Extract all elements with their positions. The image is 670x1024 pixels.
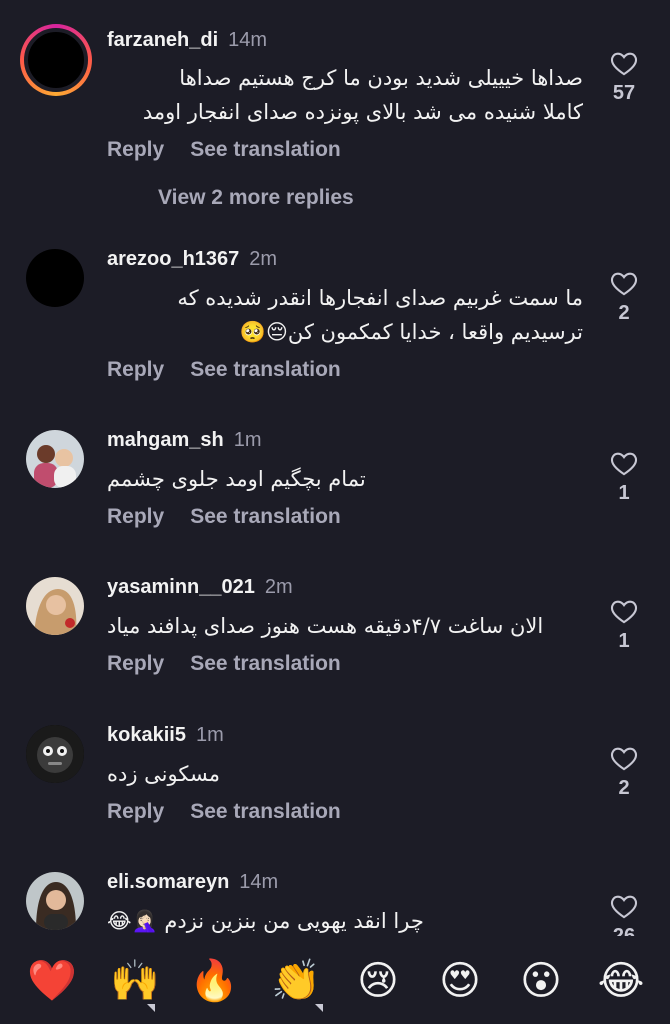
avatar-photo	[26, 577, 84, 635]
username[interactable]: eli.somareyn	[107, 871, 229, 893]
reply-button[interactable]: Reply	[107, 800, 164, 823]
avatar[interactable]	[26, 430, 84, 488]
comment-time: 2m	[264, 576, 293, 598]
see-translation-button[interactable]: See translation	[190, 800, 341, 823]
skin-tone-indicator	[147, 1004, 155, 1012]
comment-text: ما سمت غربیم صدای انفجارها انقدر شدیده ک…	[177, 286, 583, 344]
avatar[interactable]	[26, 725, 84, 783]
heart-eyes-emoji-button[interactable]: 😍	[435, 956, 485, 1006]
avatar	[24, 28, 88, 92]
like-button[interactable]: 2	[604, 270, 644, 325]
like-button[interactable]: 1	[604, 598, 644, 653]
skin-tone-indicator	[315, 1004, 323, 1012]
like-count: 1	[618, 630, 630, 652]
username[interactable]: farzaneh_di	[107, 29, 218, 51]
raising-hands-emoji-button[interactable]: 🙌	[110, 956, 160, 1006]
avatar-story-ring[interactable]	[20, 24, 92, 96]
heart-icon	[610, 272, 638, 296]
avatar[interactable]	[26, 872, 84, 930]
like-count: 26	[612, 925, 636, 936]
avatar[interactable]	[26, 577, 84, 635]
reply-button[interactable]: Reply	[107, 505, 164, 528]
heart-icon	[610, 452, 638, 476]
see-translation-button[interactable]: See translation	[190, 138, 341, 161]
see-translation-button[interactable]: See translation	[190, 358, 341, 381]
like-count: 57	[612, 82, 636, 104]
reply-button[interactable]: Reply	[107, 358, 164, 381]
like-button[interactable]: 57	[604, 50, 644, 105]
see-translation-button[interactable]: See translation	[190, 652, 341, 675]
crying-face-emoji-button[interactable]: 😢	[353, 956, 403, 1006]
reply-button[interactable]: Reply	[107, 652, 164, 675]
tears-of-joy-emoji-button[interactable]: 😂	[596, 956, 646, 1006]
avatar-photo	[26, 872, 84, 930]
heart-icon	[610, 600, 638, 624]
avatar-photo	[26, 430, 84, 488]
avatar[interactable]	[26, 249, 84, 307]
fire-emoji-button[interactable]: 🔥	[189, 956, 239, 1006]
heart-icon	[610, 747, 638, 771]
comment-text: الان ساغت ۴/۷دقیقه هست هنوز صدای پدافند …	[107, 614, 544, 638]
comment-list[interactable]: farzaneh_di 14m صداها خیییلی شدید بودن ما…	[0, 0, 670, 936]
clapping-hands-emoji-button[interactable]: 👏	[271, 956, 321, 1006]
heart-icon	[610, 895, 638, 919]
like-count: 2	[618, 777, 630, 799]
comment-text: مسکونی زده	[107, 762, 220, 786]
see-translation-button[interactable]: See translation	[190, 505, 341, 528]
heart-icon	[610, 52, 638, 76]
comment-text: تمام بچگیم اومد جلوی چشمم	[107, 467, 366, 491]
view-more-replies-button[interactable]: View 2 more replies	[158, 186, 354, 210]
comment-time: 1m	[195, 724, 224, 746]
comment-time: 1m	[233, 429, 262, 451]
reply-button[interactable]: Reply	[107, 138, 164, 161]
like-count: 2	[618, 302, 630, 324]
comment-text: چرا انقد یهویی من بنزین نزدم 🤦🏻‍♀️😂	[107, 909, 424, 933]
quick-reaction-bar: ❤️ 🙌 🔥 👏 😢 😍 😮 😂	[0, 936, 670, 1024]
username[interactable]: yasaminn__021	[107, 576, 255, 598]
avatar-photo	[26, 725, 84, 783]
username[interactable]: kokakii5	[107, 724, 186, 746]
username[interactable]: arezoo_h1367	[107, 248, 239, 270]
like-button[interactable]: 2	[604, 745, 644, 800]
like-count: 1	[618, 482, 630, 504]
surprised-face-emoji-button[interactable]: 😮	[516, 956, 566, 1006]
comments-screen: farzaneh_di 14m صداها خیییلی شدید بودن ما…	[0, 0, 670, 1024]
username[interactable]: mahgam_sh	[107, 429, 224, 451]
comment-text: صداها خیییلی شدید بودن ما کرج هستیم صداه…	[142, 66, 583, 124]
like-button[interactable]: 1	[604, 450, 644, 505]
comment-time: 14m	[239, 871, 279, 893]
like-button[interactable]: 26	[604, 893, 644, 936]
heart-emoji-button[interactable]: ❤️	[27, 956, 77, 1006]
comment-time: 2m	[249, 248, 278, 270]
comment-time: 14m	[228, 29, 268, 51]
